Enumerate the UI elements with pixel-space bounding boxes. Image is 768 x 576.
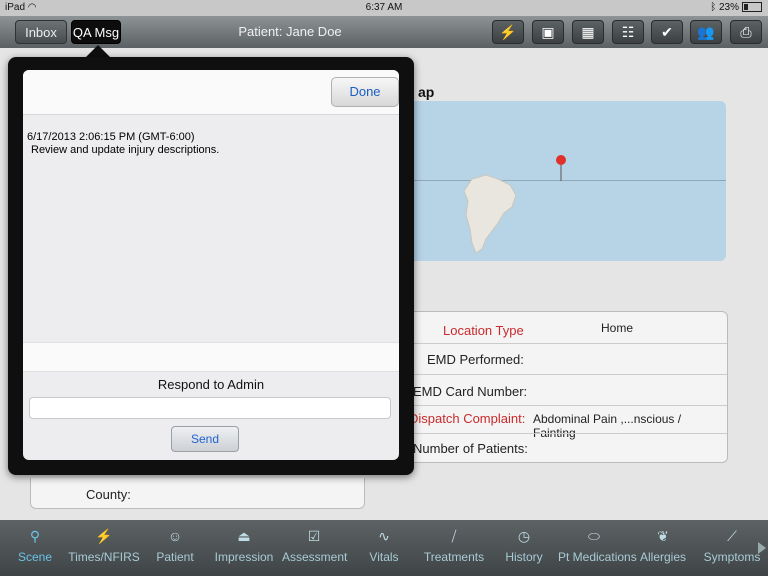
pill-icon: ⬭ [588, 528, 600, 544]
tab-times-nfirs[interactable]: ⚡ Times/NFIRS [66, 520, 142, 576]
camera-icon[interactable]: ▣ [532, 20, 564, 44]
patient-icon: ☺ [167, 528, 183, 544]
runner-icon: ⚡ [95, 528, 113, 544]
check-square-icon: ☑ [307, 528, 321, 544]
map-heading: ap [418, 84, 435, 100]
patient-title: Patient: Jane Doe [238, 24, 342, 39]
done-button[interactable]: Done [331, 77, 399, 107]
county-label[interactable]: County: [86, 487, 131, 502]
lightning-icon[interactable]: ⚡ [492, 20, 524, 44]
tab-impression[interactable]: ⏏ Impression [212, 520, 276, 576]
status-time: 6:37 AM [365, 2, 403, 13]
tab-pt-medications[interactable]: ⬭ Pt Medications [558, 520, 637, 576]
response-input[interactable] [29, 397, 391, 419]
bandage-icon: ⧸ [451, 528, 457, 544]
bluetooth-icon: ᛒ [710, 2, 717, 13]
location-type-label: Location Type [443, 323, 524, 338]
popover-content: Done 6/17/2013 2:06:15 PM (GMT-6:00) Rev… [23, 70, 399, 460]
scroll-right-arrow-icon[interactable] [758, 542, 766, 554]
allergy-icon: ❦ [657, 528, 669, 544]
tab-vitals[interactable]: ∿ Vitals [364, 520, 404, 576]
respond-title: Respond to Admin [157, 377, 265, 392]
emd-performed-label[interactable]: EMD Performed: [427, 352, 524, 367]
inbox-button[interactable]: Inbox [15, 20, 67, 44]
location-map[interactable] [400, 101, 726, 261]
clock-icon: ◷ [517, 528, 531, 544]
dispatch-info-group: Location Type Home EMD Performed: EMD Ca… [400, 311, 728, 463]
heartbeat-icon: ∿ [378, 528, 390, 544]
tab-scene[interactable]: ⚲ Scene [10, 520, 60, 576]
tab-symptoms[interactable]: ⟋ Symptoms [702, 520, 762, 576]
south-america-shape [464, 174, 517, 254]
section-tab-bar: ⚲ Scene ⚡ Times/NFIRS ☺ Patient ⏏ Impression… [0, 520, 768, 576]
check-icon[interactable]: ✔ [651, 20, 683, 44]
location-type-value[interactable]: Home [601, 321, 633, 335]
battery-indicator: ᛒ 23% [710, 2, 762, 13]
send-button[interactable]: Send [171, 426, 239, 452]
location-pin-icon: ⚲ [29, 528, 41, 544]
number-of-patients-label[interactable]: Number of Patients: [413, 441, 528, 456]
tab-assessment[interactable]: ☑ Assessment [282, 520, 347, 576]
message-text: Review and update injury descriptions. [31, 144, 220, 156]
status-bar: iPad ◠ 6:37 AM ᛒ 23% [0, 0, 768, 16]
dispatch-complaint-label: Dispatch Complaint: [409, 411, 526, 426]
message-list-footer [23, 342, 399, 372]
dispatch-complaint-value[interactable]: Abdominal Pain ,...nscious / Fainting [533, 412, 727, 440]
battery-icon [742, 2, 762, 13]
map-pin-icon[interactable] [554, 153, 568, 183]
message-timestamp: 6/17/2013 2:06:15 PM (GMT-6:00) [27, 131, 195, 143]
address-group: County: [30, 478, 365, 509]
popover-header: Done [23, 70, 399, 115]
thermometer-icon: ⟋ [727, 528, 737, 544]
popover-arrow [86, 45, 110, 57]
qa-msg-button[interactable]: QA Msg [71, 20, 121, 44]
tab-patient[interactable]: ☺ Patient [150, 520, 200, 576]
tab-treatments[interactable]: ⧸ Treatments [422, 520, 486, 576]
emd-card-number-label[interactable]: EMD Card Number: [413, 384, 527, 399]
people-icon[interactable]: 👥 [690, 20, 722, 44]
printer-icon[interactable]: ⎙ [730, 20, 762, 44]
tab-history[interactable]: ◷ History [502, 520, 546, 576]
gallery-icon[interactable]: ▦ [572, 20, 604, 44]
clipboard-icon[interactable]: ☷ [612, 20, 644, 44]
siren-icon: ⏏ [237, 528, 251, 544]
tab-allergies[interactable]: ❦ Allergies [638, 520, 688, 576]
